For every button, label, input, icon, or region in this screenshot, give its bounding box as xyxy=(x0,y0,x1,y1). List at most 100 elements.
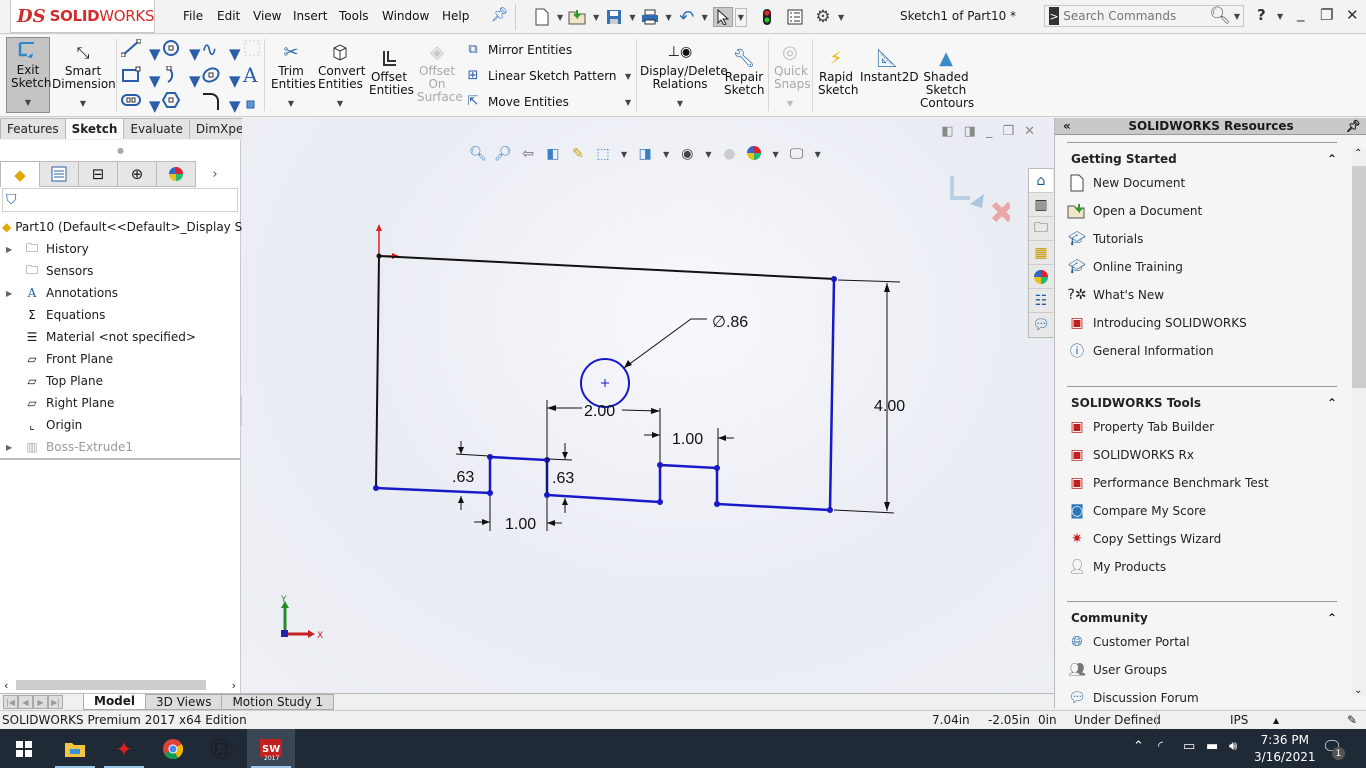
left-step-height-dimension-text[interactable]: .63 xyxy=(452,469,474,486)
red-app-icon[interactable]: ✦ xyxy=(100,729,148,768)
left-step-width-dimension[interactable]: 1.00 xyxy=(474,496,562,533)
repair-sketch-button[interactable]: 🔧︎ Repair Sketch xyxy=(722,45,766,97)
close-button[interactable]: ✕ xyxy=(1346,6,1359,24)
forum-tab[interactable]: 💬︎ xyxy=(1029,313,1053,337)
resource-general-information[interactable]: ⓘ General Information xyxy=(1067,337,1337,365)
search-commands-input[interactable] xyxy=(1063,9,1204,23)
minimize-button[interactable]: _ xyxy=(1297,4,1305,22)
ellipse-dropdown[interactable]: ▼ xyxy=(229,72,241,90)
height-dimension-text[interactable]: 4.00 xyxy=(874,398,905,415)
left-step-width-dimension-text[interactable]: 1.00 xyxy=(505,516,536,533)
section-header[interactable]: SOLIDWORKS Tools ⌃ xyxy=(1067,393,1337,413)
open-dropdown[interactable]: ▼ xyxy=(593,13,599,22)
meet-now-icon[interactable]: ▭ xyxy=(1183,739,1195,754)
tree-item-equations[interactable]: Σ Equations xyxy=(0,304,240,326)
search-icon[interactable]: 🔍︎ xyxy=(1209,6,1231,26)
tab-sketch[interactable]: Sketch xyxy=(64,118,125,139)
action-center-icon[interactable]: 🗨︎ 1 xyxy=(1322,737,1345,760)
open-document-icon[interactable] xyxy=(568,7,588,27)
help-button[interactable]: ? xyxy=(1257,6,1266,24)
search-dropdown[interactable]: ▼ xyxy=(1234,12,1240,21)
panel-splitter-handle[interactable]: ● xyxy=(0,140,241,160)
tab-motion-study-1[interactable]: Motion Study 1 xyxy=(221,694,335,710)
clock[interactable]: 7:36 PM 3/16/2021 xyxy=(1254,732,1316,766)
text-icon[interactable]: A xyxy=(243,63,257,87)
quick-snaps-dropdown[interactable]: ▼ xyxy=(775,97,805,110)
appearances-tab[interactable] xyxy=(1029,265,1053,289)
display-manager-tab[interactable] xyxy=(156,161,196,187)
rapid-sketch-button[interactable]: ⚡ Rapid Sketch xyxy=(816,45,858,97)
tab-evaluate[interactable]: Evaluate xyxy=(123,118,190,139)
smart-dimension-dropdown[interactable]: ▼ xyxy=(55,97,111,110)
search-commands-box[interactable]: > 🔍︎ ▼ xyxy=(1044,5,1244,27)
tree-item-right-plane[interactable]: ▱ Right Plane xyxy=(0,392,240,414)
smart-dimension-button[interactable]: ⤡ Smart Dimension ▼ xyxy=(52,39,116,110)
tree-item-top-plane[interactable]: ▱ Top Plane xyxy=(0,370,240,392)
tree-filter-box[interactable]: ⛉ xyxy=(2,188,238,212)
circle-icon[interactable] xyxy=(161,39,181,61)
resource-performance-benchmark[interactable]: ▣ Performance Benchmark Test xyxy=(1067,469,1337,497)
scroll-left-icon[interactable]: ‹ xyxy=(4,679,8,692)
section-header[interactable]: Community ⌃ xyxy=(1067,608,1337,628)
next-tab-icon[interactable]: ▶ xyxy=(33,695,48,709)
new-document-icon[interactable] xyxy=(532,7,552,27)
right-step-width-dimension[interactable]: 1.00 xyxy=(644,428,734,466)
tab-model[interactable]: Model xyxy=(83,694,147,710)
slot-icon[interactable] xyxy=(121,93,141,111)
print-icon[interactable] xyxy=(640,7,660,27)
restore-button[interactable]: ❐ xyxy=(1320,6,1333,24)
scroll-right-icon[interactable]: › xyxy=(232,679,236,692)
middle-step-height-dimension[interactable]: .63 xyxy=(547,443,574,513)
resource-compare-my-score[interactable]: ◙ Compare My Score xyxy=(1067,497,1337,525)
diameter-dimension-text[interactable]: ∅.86 xyxy=(712,314,748,331)
tab-features[interactable]: Features xyxy=(0,118,66,139)
offset-entities-button[interactable]: Offset Entities xyxy=(366,45,414,97)
relations-dropdown[interactable]: ▼ xyxy=(643,97,717,110)
horizontal-scrollbar[interactable]: ‹ › xyxy=(0,677,240,693)
rebuild-traffic-light-icon[interactable] xyxy=(757,7,777,27)
resource-online-training[interactable]: 🎓︎ Online Training xyxy=(1067,253,1337,281)
display-delete-relations-button[interactable]: ⊥◉ Display/Delete Relations ▼ xyxy=(640,39,728,110)
tree-item-history[interactable]: ▶ 🗀︎ History xyxy=(0,238,240,260)
sketch-top-edge[interactable] xyxy=(378,255,836,280)
tree-item-material[interactable]: ☰ Material <not specified> xyxy=(0,326,240,348)
resource-discussion-forum[interactable]: 💬︎ Discussion Forum xyxy=(1067,684,1337,712)
rectangle-dropdown[interactable]: ▼ xyxy=(149,72,161,90)
polygon-icon[interactable] xyxy=(161,91,181,113)
arc-dropdown[interactable]: ▼ xyxy=(189,72,201,90)
tree-item-front-plane[interactable]: ▱ Front Plane xyxy=(0,348,240,370)
tree-item-origin[interactable]: ⌞ Origin xyxy=(0,414,240,436)
resource-solidworks-rx[interactable]: ▣ SOLIDWORKS Rx xyxy=(1067,441,1337,469)
resource-user-groups[interactable]: 👥︎ User Groups xyxy=(1067,656,1337,684)
tree-item-sensors[interactable]: 🗀︎ Sensors xyxy=(0,260,240,282)
undo-icon[interactable]: ↶ xyxy=(677,7,697,28)
resource-tutorials[interactable]: 🎓︎ Tutorials xyxy=(1067,225,1337,253)
wifi-icon[interactable]: ◜ xyxy=(1158,739,1163,754)
scroll-down-icon[interactable]: ⌄ xyxy=(1354,685,1362,696)
rectangle-icon[interactable] xyxy=(121,66,141,88)
view-palette-tab[interactable]: ▦ xyxy=(1029,241,1053,265)
spline-icon[interactable]: ∿ xyxy=(201,37,218,61)
collapse-chevron-icon[interactable]: ⌃ xyxy=(1327,152,1337,166)
configuration-manager-tab[interactable]: ⊟ xyxy=(78,161,118,187)
tab-3d-views[interactable]: 3D Views xyxy=(145,694,223,710)
expand-arrow-icon[interactable]: ▶ xyxy=(6,245,16,254)
move-dropdown[interactable]: ▼ xyxy=(625,98,631,107)
chevron-right-icon[interactable]: › xyxy=(195,161,235,187)
new-dropdown[interactable]: ▼ xyxy=(557,13,563,22)
property-manager-tab[interactable] xyxy=(39,161,79,187)
section-header[interactable]: Getting Started ⌃ xyxy=(1067,149,1337,169)
resource-introducing-solidworks[interactable]: ▣ Introducing SOLIDWORKS xyxy=(1067,309,1337,337)
menu-insert[interactable]: Insert xyxy=(293,9,327,23)
trim-dropdown[interactable]: ▼ xyxy=(271,97,311,110)
options-gear-icon[interactable]: ⚙ xyxy=(813,7,833,27)
custom-properties-tab[interactable]: ☷ xyxy=(1029,289,1053,313)
trim-entities-button[interactable]: ✂ Trim Entities ▼ xyxy=(268,39,316,110)
convert-dropdown[interactable]: ▼ xyxy=(319,97,361,110)
tree-item-boss-extrude1[interactable]: ▶ ▥ Boss-Extrude1 xyxy=(0,436,240,458)
center-spacing-dimension-text[interactable]: 2.00 xyxy=(584,403,615,420)
expand-arrow-icon[interactable]: ▶ xyxy=(6,289,16,298)
menu-help[interactable]: Help xyxy=(442,9,469,23)
convert-entities-button[interactable]: Convert Entities ▼ xyxy=(316,39,365,110)
exit-sketch-button[interactable]: Exit Sketch ▼ xyxy=(6,37,51,113)
